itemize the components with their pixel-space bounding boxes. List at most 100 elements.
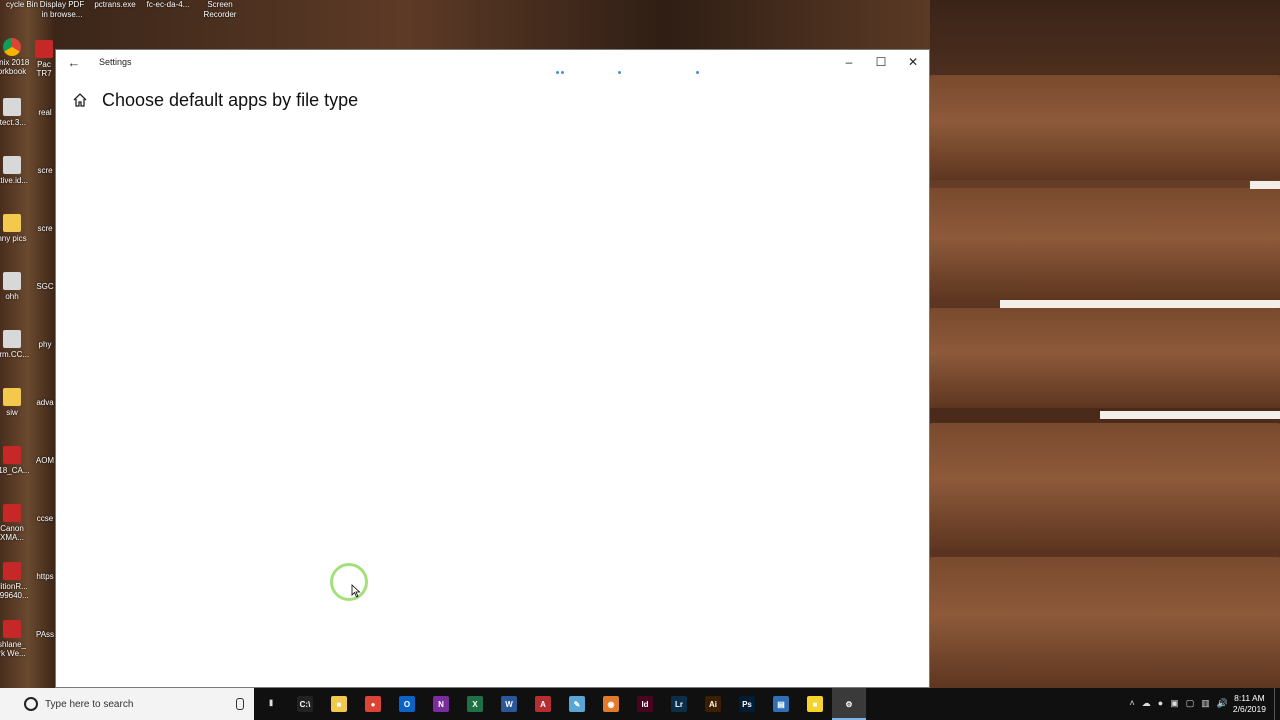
title-bar[interactable]: ← Settings – ☐ ✕ — [56, 50, 929, 74]
indesign-icon: Id — [637, 696, 653, 712]
file-icon — [3, 330, 21, 348]
desktop-icon-label: ative.id... — [0, 176, 28, 185]
page-title: Choose default apps by file type — [102, 90, 359, 110]
tray-icon[interactable]: ˄ — [1130, 698, 1135, 709]
chrome-icon: ● — [365, 696, 381, 712]
excel-button[interactable]: X — [463, 692, 487, 716]
desktop-icon-screen-recorder[interactable]: Screen Recorder — [190, 0, 250, 20]
photoshop-button[interactable]: Ps — [735, 692, 759, 716]
taskbar-search-box[interactable]: Type here to search — [0, 688, 254, 720]
desktop-icon-pctrans[interactable]: pctrans.exe — [85, 0, 145, 10]
microphone-icon[interactable] — [236, 698, 244, 710]
desktop-icon-label: SGC — [36, 282, 54, 291]
back-button[interactable]: ← — [64, 53, 84, 71]
file-explorer-icon: ■ — [331, 696, 347, 712]
file-explorer-button[interactable]: ■ — [327, 692, 351, 716]
pdf-icon — [3, 562, 21, 580]
taskbar: Type here to search ⫴ C:\ ■ ● O N X W A ✎ ◉ Id Lr Ai P… — [0, 688, 1280, 720]
cortana-icon — [24, 697, 38, 711]
settings-taskbar-button[interactable]: ⚙ — [837, 692, 861, 716]
tray-icon[interactable]: ▣ — [1170, 698, 1179, 709]
wallpaper-plank — [930, 557, 1280, 688]
tray-icon[interactable]: ▢ — [1186, 698, 1195, 709]
loading-indicator — [556, 71, 706, 75]
system-tray[interactable]: ˄ ☁ ● ▣ ▢ ▥ 🔊 — [1130, 698, 1228, 709]
tray-icon[interactable]: ▥ — [1201, 698, 1210, 709]
desktop-icon-label: adva — [36, 398, 54, 407]
wallpaper-gap — [1100, 411, 1280, 419]
illustrator-icon: Ai — [705, 696, 721, 712]
illustrator-button[interactable]: Ai — [701, 692, 725, 716]
pen-app-button[interactable]: ✎ — [565, 692, 589, 716]
outlook-icon: O — [399, 696, 415, 712]
lightroom-button[interactable]: Lr — [667, 692, 691, 716]
desktop-icon[interactable]: Canon XMA... — [0, 504, 38, 542]
pdf-icon — [3, 504, 21, 522]
wallpaper-plank — [930, 423, 1280, 549]
wallpaper-plank — [930, 75, 1280, 180]
wallpaper-gap — [1000, 300, 1280, 308]
mouse-cursor-icon — [351, 584, 361, 598]
network-app-button[interactable]: ▤ — [769, 692, 793, 716]
search-placeholder: Type here to search — [45, 699, 134, 710]
desktop-icon-label: pctrans.exe — [94, 0, 136, 9]
onenote-icon: N — [433, 696, 449, 712]
photoshop-icon: Ps — [739, 696, 755, 712]
desktop-icon-label: fc-ec-da-4... — [146, 0, 190, 9]
file-icon — [3, 272, 21, 290]
disk-app-button[interactable]: ◉ — [599, 692, 623, 716]
desktop-icon-label: ccse — [36, 514, 54, 523]
sticky-notes-button[interactable]: ■ — [803, 692, 827, 716]
desktop-icon-label: Display PDF in browse... — [39, 0, 85, 19]
desktop-icon-label: scre — [37, 224, 53, 233]
desktop-icon-label: itect.3... — [0, 118, 26, 127]
desktop-icon-label: nny pics — [0, 234, 27, 243]
home-icon[interactable] — [72, 92, 88, 108]
show-desktop-button[interactable] — [1274, 688, 1280, 720]
close-button[interactable]: ✕ — [898, 52, 928, 72]
file-icon — [3, 156, 21, 174]
access-icon: A — [535, 696, 551, 712]
desktop-icon-label: phy — [38, 340, 52, 349]
desktop-icon-label: enix 2018 orkbook — [0, 58, 30, 76]
desktop-icon-label: shlane_ rk We... — [0, 640, 27, 658]
excel-icon: X — [467, 696, 483, 712]
desktop-icon[interactable]: ditionR... 799640... — [0, 562, 38, 600]
clock-date: 2/6/2019 — [1232, 704, 1266, 714]
desktop-icon[interactable]: shlane_ rk We... — [0, 620, 38, 658]
file-icon — [3, 98, 21, 116]
outlook-button[interactable]: O — [395, 692, 419, 716]
settings-taskbar-icon: ⚙ — [841, 696, 857, 712]
indesign-button[interactable]: Id — [633, 692, 657, 716]
access-button[interactable]: A — [531, 692, 555, 716]
desktop-icon-display-pdf[interactable]: Display PDF in browse... — [32, 0, 92, 20]
tray-icon[interactable]: 🔊 — [1217, 698, 1228, 709]
tray-icon[interactable]: ☁ — [1142, 698, 1151, 709]
chrome-button[interactable]: ● — [361, 692, 385, 716]
tray-icon[interactable]: ● — [1158, 698, 1163, 709]
onenote-button[interactable]: N — [429, 692, 453, 716]
desktop-icon-label: Pac TR7 — [36, 60, 52, 78]
clock-time: 8:11 AM — [1234, 693, 1265, 703]
word-button[interactable]: W — [497, 692, 521, 716]
lightroom-icon: Lr — [671, 696, 687, 712]
desktop-icon-label: https — [36, 572, 54, 581]
minimize-button[interactable]: – — [834, 52, 864, 72]
maximize-button[interactable]: ☐ — [866, 52, 896, 72]
clock[interactable]: 8:11 AM 2/6/2019 — [1233, 693, 1266, 715]
desktop-icon-label: ohh — [5, 292, 19, 301]
desktop-icon-fc-ec-da[interactable]: fc-ec-da-4... — [138, 0, 198, 10]
pdf-icon — [3, 620, 21, 638]
desktop-icon-label: AOM — [35, 456, 55, 465]
desktop-icon-label: ditionR... 799640... — [0, 582, 29, 600]
task-view-icon: ⫴ — [263, 696, 279, 712]
desktop-icon-label: Canon XMA... — [0, 524, 24, 542]
task-view-button[interactable]: ⫴ — [259, 692, 283, 716]
desktop-icon-label: scre — [37, 166, 53, 175]
command-prompt-button[interactable]: C:\ — [293, 692, 317, 716]
wallpaper-gap — [1250, 181, 1280, 189]
wallpaper-plank — [930, 308, 1280, 408]
pen-app-icon: ✎ — [569, 696, 585, 712]
wallpaper-plank — [930, 188, 1280, 300]
command-prompt-icon: C:\ — [297, 696, 313, 712]
